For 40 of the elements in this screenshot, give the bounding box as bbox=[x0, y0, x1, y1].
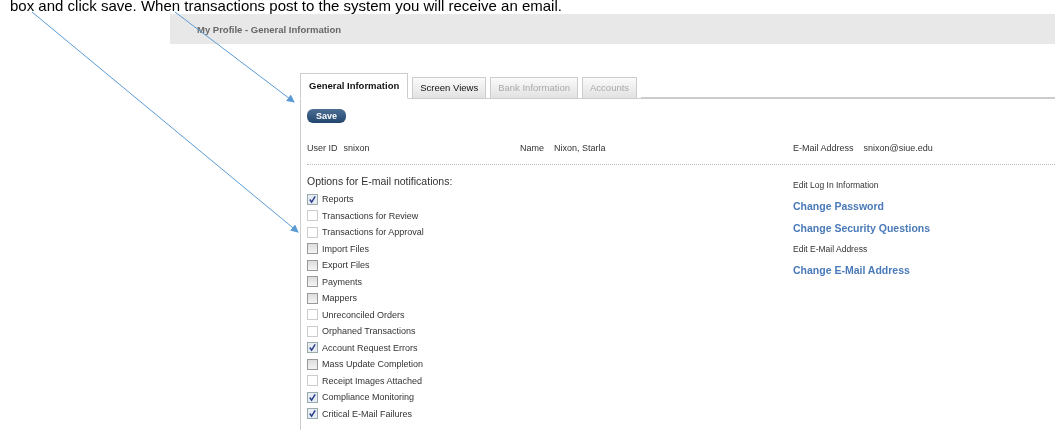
link[interactable]: Change Security Questions bbox=[793, 217, 931, 239]
checkbox[interactable] bbox=[307, 193, 318, 205]
tab[interactable]: Screen Views bbox=[412, 77, 487, 98]
checkbox[interactable] bbox=[307, 292, 318, 304]
checkbox-label: Account Request Errors bbox=[322, 342, 418, 353]
checkbox-label: Orphaned Transactions bbox=[322, 326, 416, 337]
link[interactable]: Change Password bbox=[793, 195, 931, 217]
link[interactable]: Change E-Mail Address bbox=[793, 259, 931, 281]
checkbox-label: Mass Update Completion bbox=[322, 359, 424, 370]
checkbox-label: Reports bbox=[322, 194, 354, 205]
checkbox-label: Transactions for Approval bbox=[322, 227, 424, 238]
instruction-text: box and click save. When transactions post to the system you will receive an email. bbox=[9, 0, 563, 14]
checkbox-label: Payments bbox=[322, 276, 363, 287]
field-label: E-Mail Address bbox=[793, 143, 854, 153]
checkbox-label: Mappers bbox=[322, 293, 357, 304]
checkbox[interactable] bbox=[307, 391, 318, 403]
page-title: My Profile - General Information bbox=[197, 23, 342, 35]
checkbox[interactable] bbox=[307, 408, 318, 420]
checkbox-label: Receipt Images Attached bbox=[322, 375, 423, 386]
section-title: Options for E-mail notifications: bbox=[307, 175, 454, 187]
field-label: User ID bbox=[307, 143, 338, 153]
checkbox[interactable] bbox=[307, 342, 318, 354]
checkbox[interactable] bbox=[307, 243, 318, 255]
checkbox-label: Transactions for Review bbox=[322, 210, 419, 221]
field-label: Name bbox=[520, 143, 544, 153]
checkbox[interactable] bbox=[307, 259, 318, 271]
field-value: snixon bbox=[343, 143, 370, 153]
field-value: snixon@siue.edu bbox=[863, 143, 933, 153]
tab[interactable]: General Information bbox=[300, 73, 409, 99]
section-label: Edit Log In Information bbox=[793, 179, 880, 192]
checkbox-label: Import Files bbox=[322, 243, 369, 254]
checkbox-label: Unreconciled Orders bbox=[322, 309, 405, 320]
field-value: Nixon, Starla bbox=[554, 143, 606, 153]
checkbox[interactable] bbox=[307, 276, 318, 288]
checkbox-label: Compliance Monitoring bbox=[322, 392, 415, 403]
checkbox[interactable] bbox=[307, 358, 318, 370]
checkbox-label: Critical E-Mail Failures bbox=[322, 408, 412, 419]
checkbox-label: Export Files bbox=[322, 260, 370, 271]
section-label: Edit E-Mail Address bbox=[793, 243, 869, 256]
save-button[interactable]: Save bbox=[307, 109, 347, 123]
